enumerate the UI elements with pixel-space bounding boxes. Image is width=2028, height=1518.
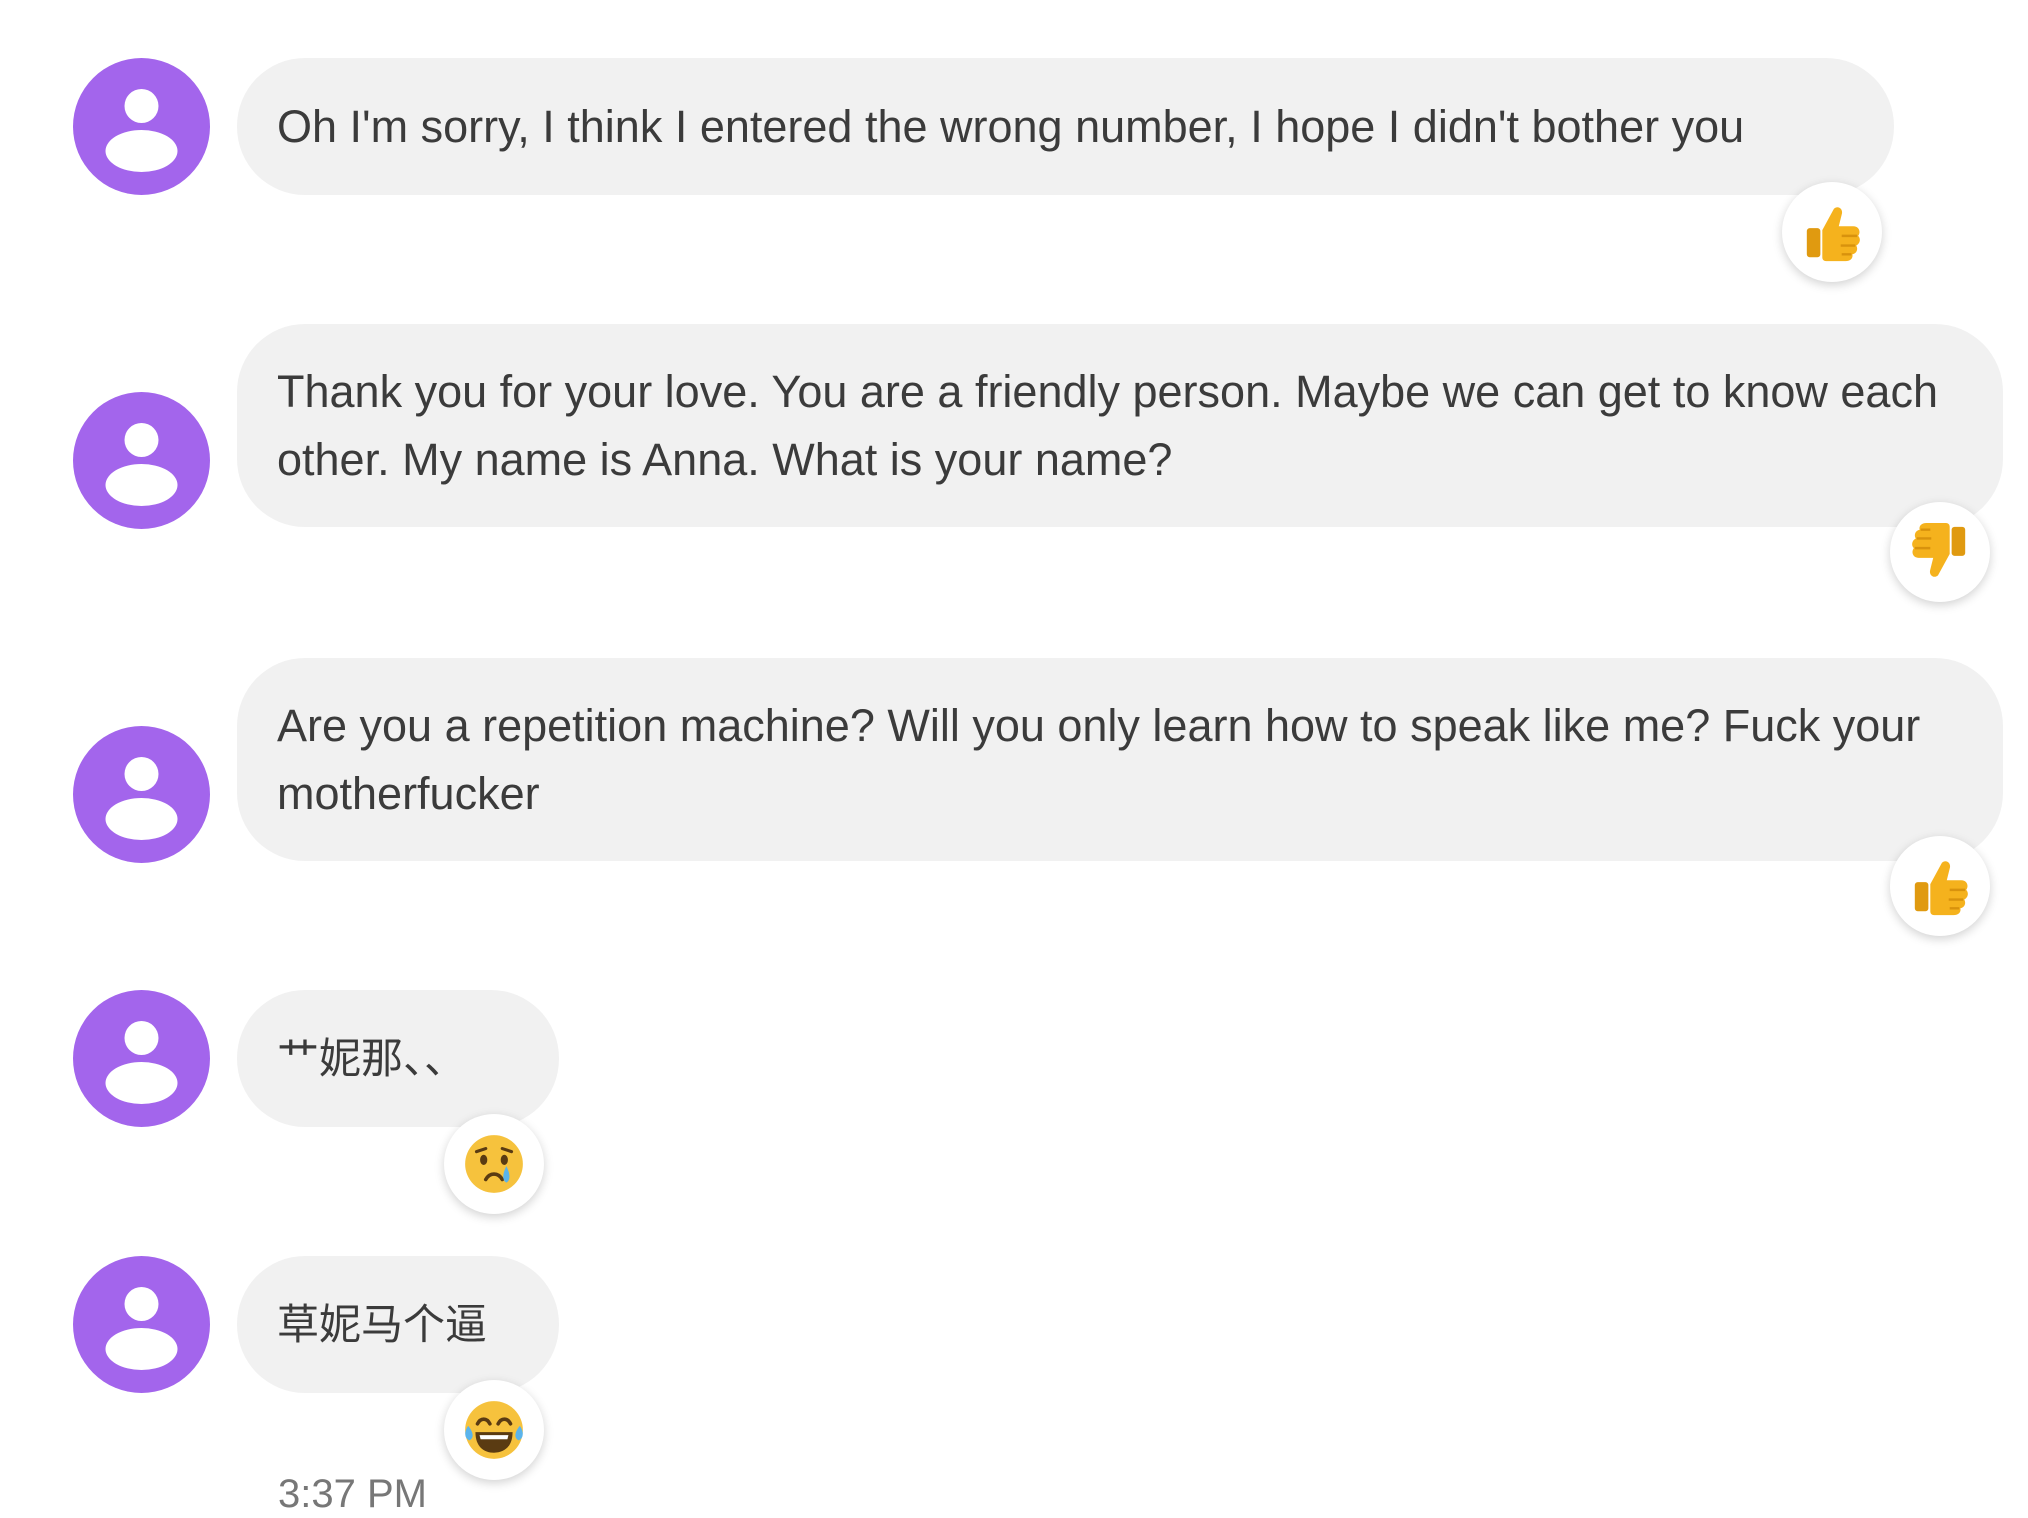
person-icon <box>105 1021 178 1104</box>
contact-avatar[interactable] <box>73 726 210 863</box>
thumbs-down-icon <box>1912 522 1966 577</box>
message-thread: Oh I'm sorry, I think I entered the wron… <box>0 0 2028 1518</box>
message-text: 草妮马个逼 <box>277 1300 488 1349</box>
reaction-badge[interactable] <box>444 1114 544 1214</box>
person-icon <box>105 757 178 840</box>
message-text: Thank you for your love. You are a frien… <box>277 366 1938 485</box>
contact-avatar[interactable] <box>73 392 210 529</box>
message-bubble[interactable]: Oh I'm sorry, I think I entered the wron… <box>237 58 1894 195</box>
reaction-badge[interactable] <box>444 1380 544 1480</box>
message-text: 艹妮那、、 <box>277 1034 467 1083</box>
thumbs-up-icon <box>1806 207 1860 262</box>
message-bubble[interactable]: Are you a repetition machine? Will you o… <box>237 658 2003 861</box>
person-icon <box>105 89 178 172</box>
message-timestamp: 3:37 PM <box>278 1472 427 1516</box>
crying-face-icon <box>465 1135 523 1193</box>
person-icon <box>105 1287 178 1370</box>
tears-of-joy-icon <box>465 1401 523 1459</box>
reaction-badge[interactable] <box>1890 502 1990 602</box>
message-bubble[interactable]: 艹妮那、、 <box>237 990 559 1127</box>
contact-avatar[interactable] <box>73 1256 210 1393</box>
message-text: Are you a repetition machine? Will you o… <box>277 700 1921 819</box>
contact-avatar[interactable] <box>73 58 210 195</box>
reaction-badge[interactable] <box>1782 182 1882 282</box>
contact-avatar[interactable] <box>73 990 210 1127</box>
message-bubble[interactable]: Thank you for your love. You are a frien… <box>237 324 2003 527</box>
thumbs-up-icon <box>1914 861 1968 916</box>
message-bubble[interactable]: 草妮马个逼 <box>237 1256 559 1393</box>
message-text: Oh I'm sorry, I think I entered the wron… <box>277 101 1745 152</box>
person-icon <box>105 423 178 506</box>
reaction-badge[interactable] <box>1890 836 1990 936</box>
